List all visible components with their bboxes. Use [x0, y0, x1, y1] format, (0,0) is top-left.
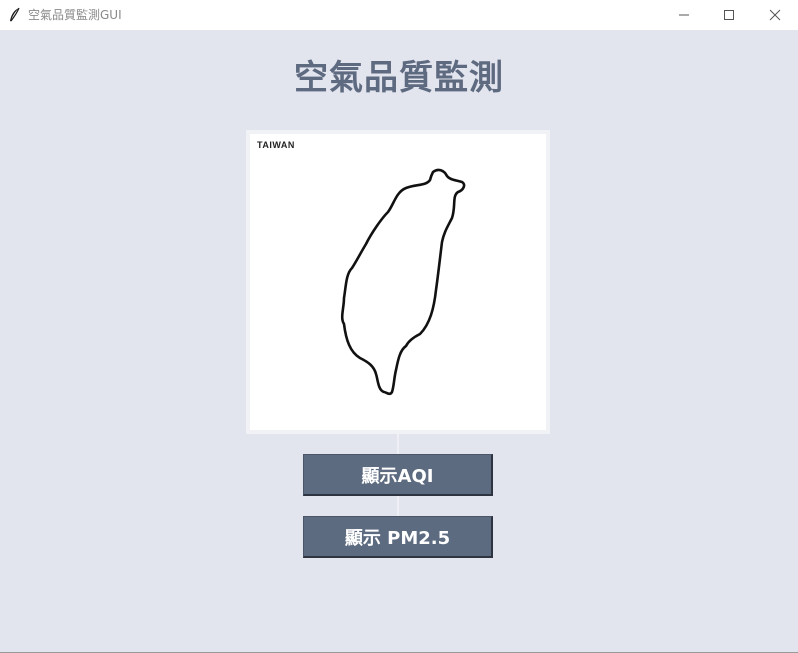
- maximize-icon: [723, 6, 735, 25]
- map-label: TAIWAN: [257, 140, 295, 150]
- divider: [397, 496, 399, 516]
- taiwan-outline: [340, 168, 466, 396]
- minimize-button[interactable]: [661, 0, 707, 30]
- title-bar[interactable]: 空氣品質監測GUI: [0, 0, 798, 30]
- close-icon: [769, 6, 781, 25]
- divider: [397, 434, 399, 454]
- maximize-button[interactable]: [706, 0, 752, 30]
- window-title: 空氣品質監測GUI: [28, 8, 122, 22]
- show-aqi-button[interactable]: 顯示AQI: [303, 454, 493, 496]
- taiwan-map-image: TAIWAN: [246, 130, 550, 434]
- show-pm25-button[interactable]: 顯示 PM2.5: [303, 516, 493, 558]
- page-title: 空氣品質監測: [294, 58, 504, 98]
- app-window: 空氣品質監測GUI 空氣品質監測 TAIWAN 顯示AQI 顯示 PM2.5: [0, 0, 798, 653]
- close-button[interactable]: [752, 0, 798, 30]
- map-canvas: TAIWAN: [250, 134, 546, 430]
- feather-icon: [8, 7, 22, 23]
- minimize-icon: [678, 6, 690, 25]
